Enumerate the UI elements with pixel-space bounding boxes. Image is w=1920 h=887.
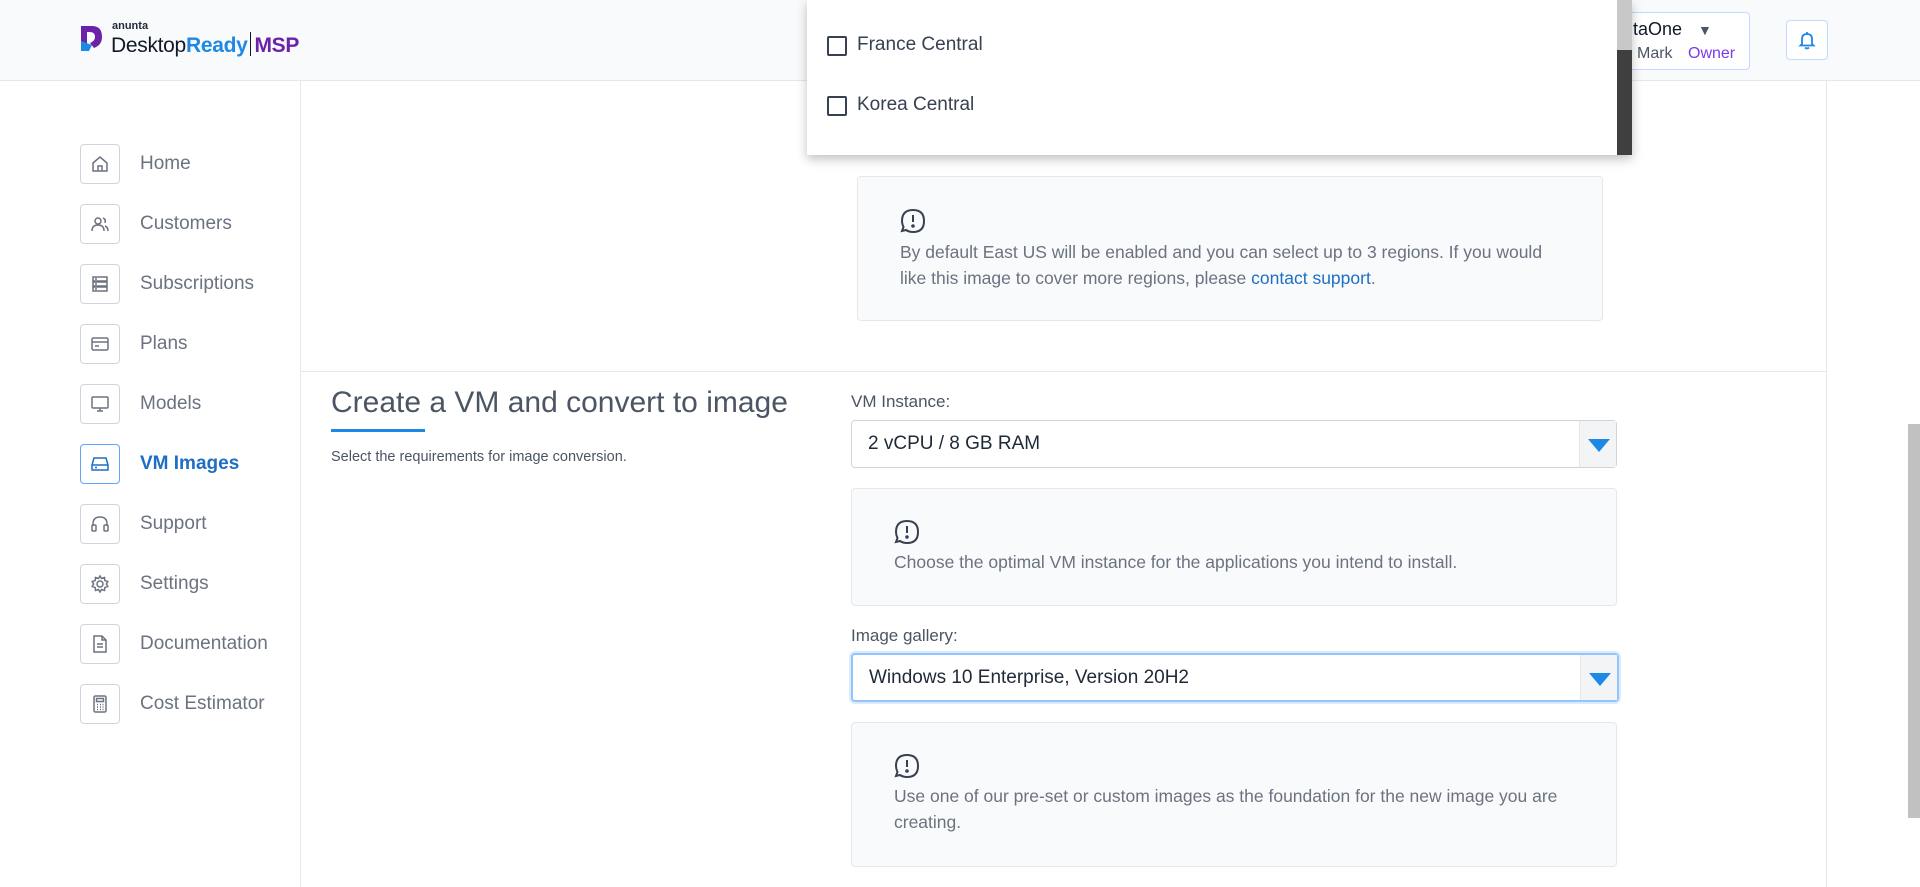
- sidebar-item-vm-images[interactable]: VM Images: [80, 444, 290, 484]
- vm-instance-label: VM Instance:: [851, 392, 951, 411]
- sidebar-item-label: Subscriptions: [140, 273, 255, 294]
- dropdown-scrollbar-top: [1617, 0, 1632, 50]
- vm-instance-info-box: Choose the optimal VM instance for the a…: [851, 488, 1617, 606]
- sidebar-item-documentation[interactable]: Documentation: [80, 624, 290, 664]
- user-name: Mark: [1637, 45, 1673, 62]
- caret-down-icon: ▼: [1698, 22, 1712, 38]
- users-icon: [80, 204, 120, 244]
- sidebar-item-subscriptions[interactable]: Subscriptions: [80, 264, 290, 304]
- logo-mark-icon: [81, 26, 102, 51]
- sidebar-item-label: Customers: [140, 213, 232, 234]
- sidebar-item-home[interactable]: Home: [80, 144, 290, 184]
- section-title: Create a VM and convert to image: [331, 386, 788, 419]
- regions-info-box: By default East US will be enabled and y…: [857, 176, 1603, 321]
- sidebar-item-label: Support: [140, 513, 207, 534]
- image-gallery-label: Image gallery:: [851, 626, 958, 645]
- dropdown-arrow-icon[interactable]: [1579, 421, 1616, 467]
- image-gallery-select[interactable]: Windows 10 Enterprise, Version 20H2: [851, 653, 1619, 702]
- content-right-border: [1826, 81, 1827, 887]
- region-checkbox[interactable]: [827, 36, 847, 56]
- logo-wordmark: DesktopReady MSP: [111, 32, 299, 58]
- sidebar-item-cost-estimator[interactable]: Cost Estimator: [80, 684, 290, 724]
- regions-dropdown[interactable]: France Central Korea Central: [807, 0, 1632, 155]
- image-gallery-value: Windows 10 Enterprise, Version 20H2: [869, 667, 1189, 688]
- image-gallery-info-text: Use one of our pre-set or custom images …: [894, 786, 1558, 832]
- region-option-label: France Central: [857, 34, 983, 55]
- gear-icon: [80, 564, 120, 604]
- logo-desktop-text: Desktop: [111, 34, 186, 57]
- image-gallery-info-box: Use one of our pre-set or custom images …: [851, 722, 1617, 867]
- sidebar: Home Customers Subscriptions Plans Model…: [0, 81, 301, 887]
- sidebar-item-label: VM Images: [140, 453, 240, 474]
- user-role: Owner: [1688, 45, 1736, 62]
- server-icon: [80, 264, 120, 304]
- page-scrollbar-thumb[interactable]: [1908, 424, 1920, 818]
- sidebar-item-settings[interactable]: Settings: [80, 564, 290, 604]
- regions-info-suffix: .: [1370, 268, 1376, 288]
- headset-icon: [80, 504, 120, 544]
- bell-icon: [1798, 32, 1816, 50]
- vm-instance-info-text: Choose the optimal VM instance for the a…: [894, 552, 1458, 572]
- sidebar-item-label: Models: [140, 393, 202, 414]
- notifications-button[interactable]: [1786, 20, 1828, 60]
- alert-bubble-icon: [894, 753, 920, 779]
- dropdown-scrollbar-thumb[interactable]: [1617, 50, 1632, 155]
- logo-separator: [250, 32, 252, 56]
- sidebar-item-support[interactable]: Support: [80, 504, 290, 544]
- sidebar-item-label: Home: [140, 153, 191, 174]
- alert-bubble-icon: [894, 519, 920, 545]
- sidebar-item-label: Cost Estimator: [140, 693, 265, 714]
- dropdown-arrow-icon[interactable]: [1580, 655, 1617, 700]
- document-icon: [80, 624, 120, 664]
- region-option-label: Korea Central: [857, 94, 975, 115]
- vm-instance-value: 2 vCPU / 8 GB RAM: [868, 433, 1041, 454]
- sidebar-item-label: Settings: [140, 573, 209, 594]
- region-checkbox[interactable]: [827, 96, 847, 116]
- sidebar-item-models[interactable]: Models: [80, 384, 290, 424]
- calculator-icon: [80, 684, 120, 724]
- contact-support-link[interactable]: contact support: [1251, 268, 1371, 288]
- monitor-icon: [80, 384, 120, 424]
- home-icon: [80, 144, 120, 184]
- title-underline: [331, 429, 425, 432]
- sidebar-item-label: Documentation: [140, 633, 268, 654]
- card-icon: [80, 324, 120, 364]
- section-subtitle: Select the requirements for image conver…: [331, 449, 627, 465]
- logo-anunta-text: anunta: [112, 20, 149, 32]
- disk-icon: [80, 444, 120, 484]
- sidebar-item-customers[interactable]: Customers: [80, 204, 290, 244]
- regions-info-message: By default East US will be enabled and y…: [900, 242, 1543, 288]
- sidebar-item-plans[interactable]: Plans: [80, 324, 290, 364]
- sidebar-item-label: Plans: [140, 333, 188, 354]
- logo-msp-text: MSP: [254, 34, 300, 57]
- alert-bubble-icon: [900, 208, 926, 234]
- section-divider: [301, 371, 1826, 372]
- regions-info-text: By default East US will be enabled and y…: [900, 239, 1550, 291]
- vm-instance-select[interactable]: 2 vCPU / 8 GB RAM: [851, 420, 1617, 468]
- logo-ready-text: Ready: [185, 34, 248, 57]
